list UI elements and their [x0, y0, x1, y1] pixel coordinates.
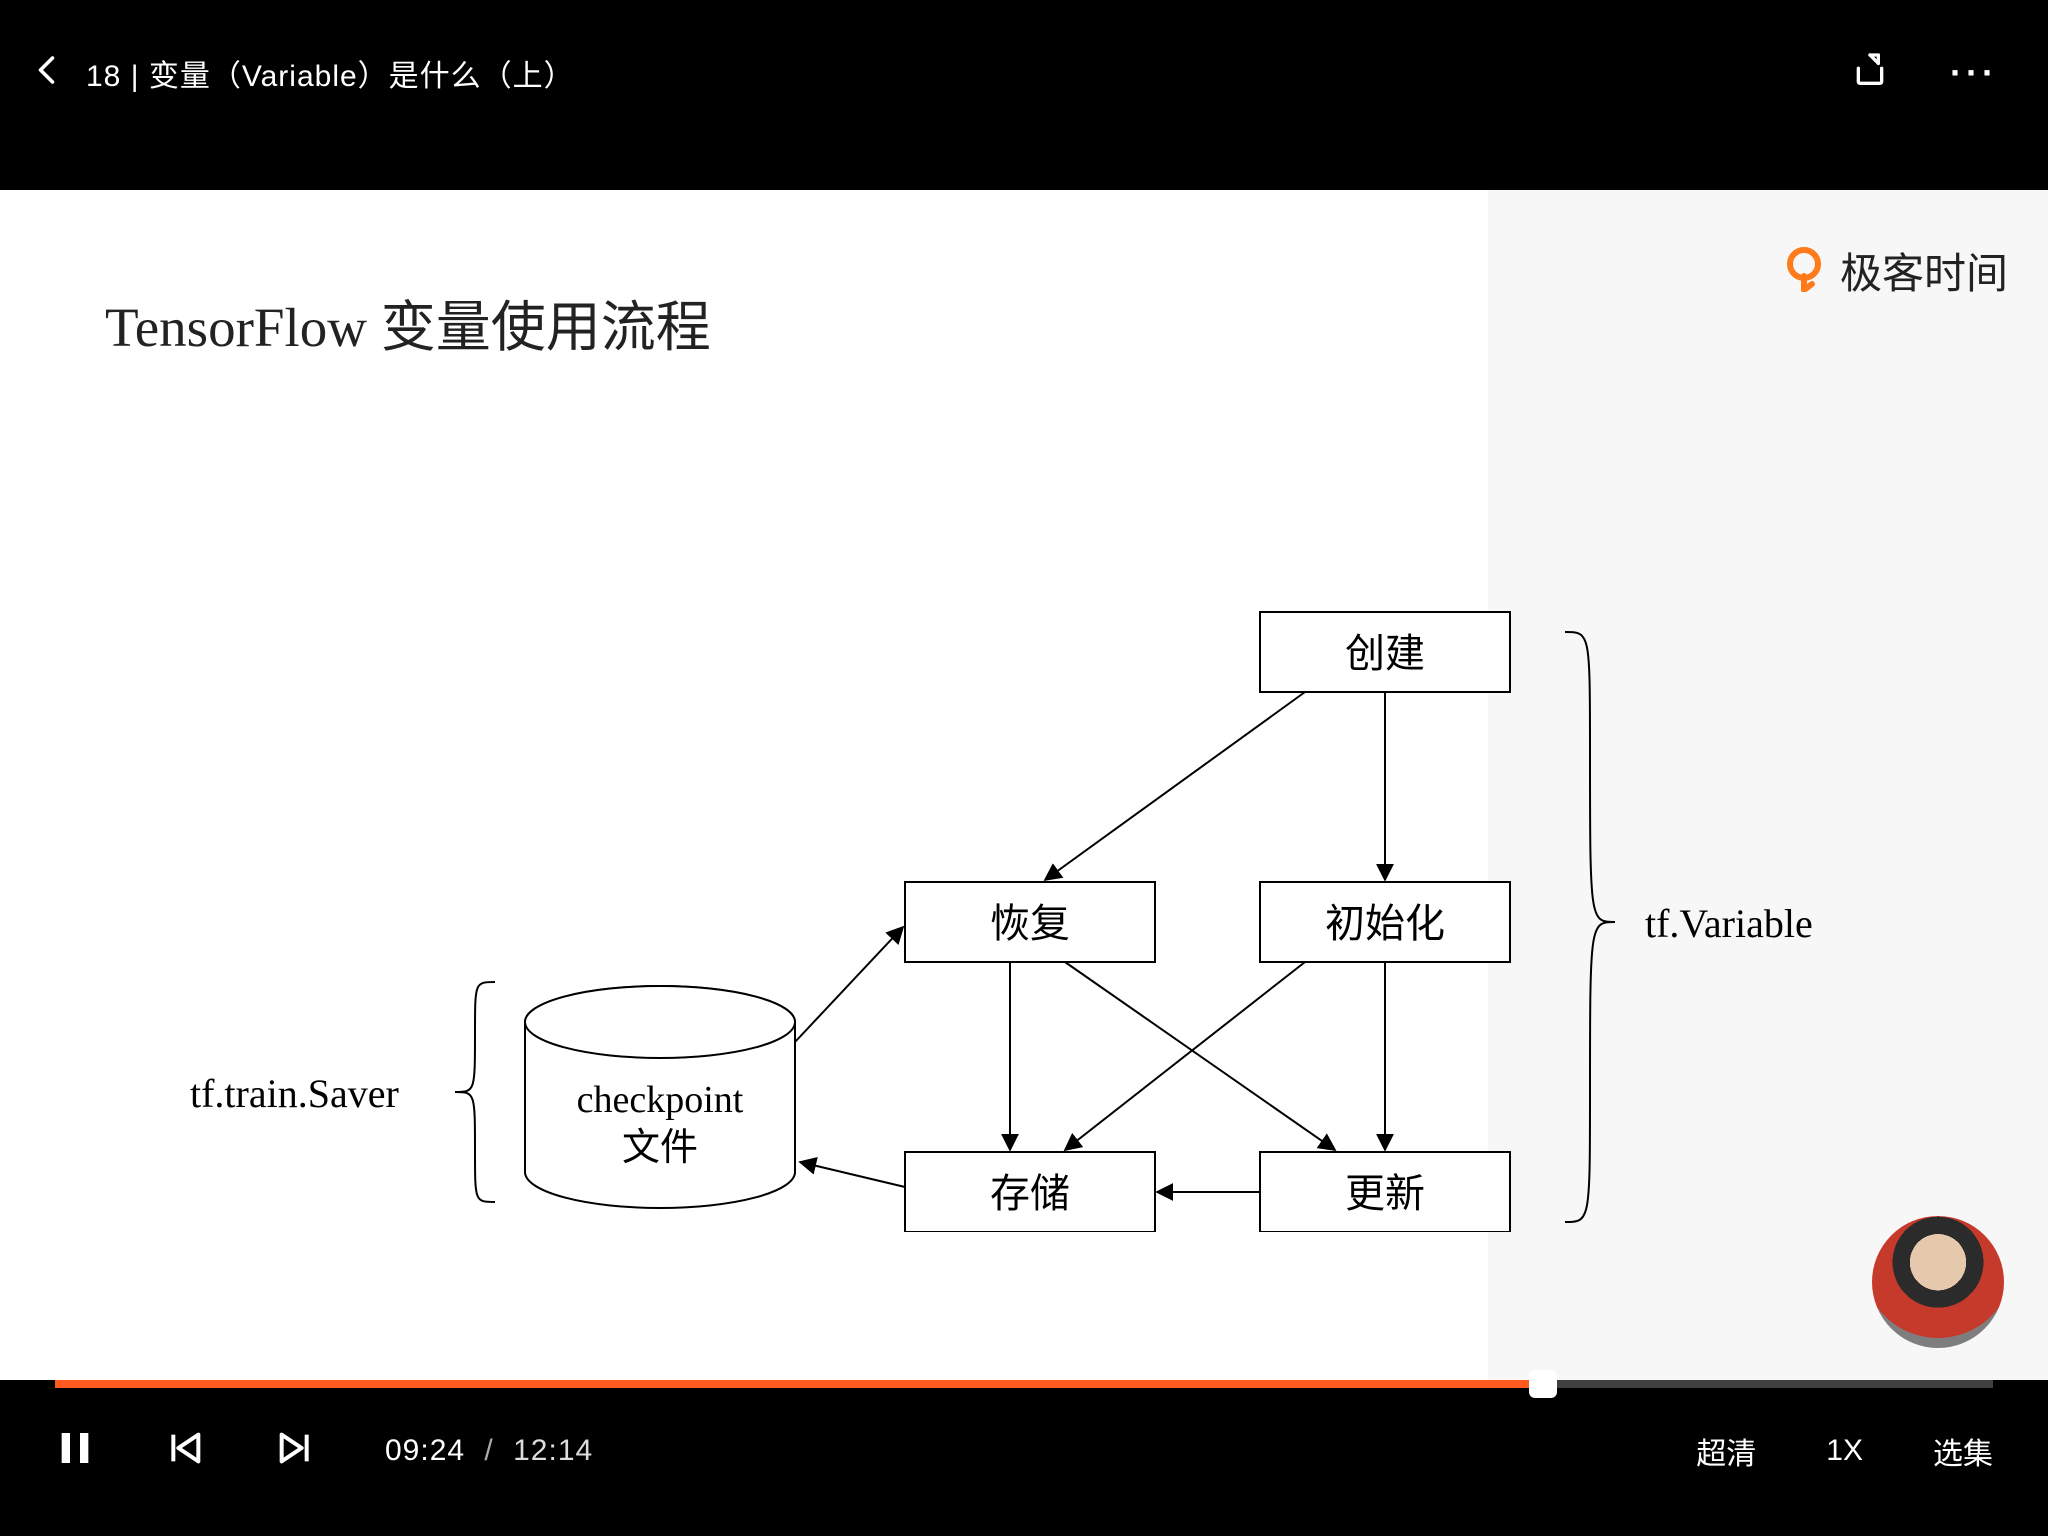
- node-restore: 恢复: [905, 882, 1155, 962]
- slide-title: TensorFlow 变量使用流程: [105, 282, 711, 362]
- back-icon[interactable]: [30, 52, 66, 93]
- svg-text:存储: 存储: [990, 1171, 1070, 1216]
- node-update: 更新: [1260, 1152, 1510, 1232]
- progress-thumb[interactable]: [1529, 1370, 1557, 1398]
- svg-text:恢复: 恢复: [990, 901, 1070, 946]
- pause-button[interactable]: [55, 1428, 95, 1473]
- video-title: 18 | 变量（Variable）是什么（上）: [86, 51, 575, 95]
- svg-text:创建: 创建: [1345, 631, 1425, 676]
- brand-name: 极客时间: [1840, 240, 2008, 301]
- svg-text:文件: 文件: [622, 1127, 698, 1169]
- flow-diagram: tf.train.Saver tf.Variable checkpoint 文件…: [105, 452, 1865, 1232]
- speed-button[interactable]: 1X: [1826, 1434, 1863, 1468]
- node-save: 存储: [905, 1152, 1155, 1232]
- svg-text:初始化: 初始化: [1325, 901, 1445, 946]
- slide-area[interactable]: TensorFlow 变量使用流程 极客时间 tf.train: [0, 190, 2048, 1380]
- progress-fill: [55, 1380, 1543, 1388]
- presenter-thumbnail[interactable]: [1872, 1216, 2004, 1348]
- progress-bar[interactable]: [55, 1380, 1993, 1388]
- label-saver: tf.train.Saver: [190, 1071, 399, 1116]
- svg-text:更新: 更新: [1345, 1171, 1425, 1216]
- share-icon[interactable]: [1850, 50, 1890, 95]
- label-variable: tf.Variable: [1645, 901, 1813, 946]
- brand-logo-block: 极客时间: [1780, 240, 2008, 301]
- prev-button[interactable]: [165, 1428, 205, 1473]
- next-button[interactable]: [275, 1428, 315, 1473]
- node-init: 初始化: [1260, 882, 1510, 962]
- duration: 12:14: [513, 1434, 593, 1467]
- svg-text:checkpoint: checkpoint: [577, 1079, 744, 1121]
- more-icon[interactable]: ···: [1950, 52, 1998, 94]
- episodes-button[interactable]: 选集: [1933, 1429, 1993, 1473]
- top-bar: 18 | 变量（Variable）是什么（上） ···: [0, 0, 2048, 190]
- node-checkpoint: checkpoint 文件: [525, 986, 795, 1208]
- player-controls-bar: 09:24 / 12:14 超清 1X 选集: [0, 1380, 2048, 1536]
- time-display: 09:24 / 12:14: [385, 1434, 593, 1468]
- brand-logo-icon: [1780, 244, 1828, 297]
- node-create: 创建: [1260, 612, 1510, 692]
- quality-button[interactable]: 超清: [1696, 1429, 1756, 1473]
- current-time: 09:24: [385, 1434, 465, 1467]
